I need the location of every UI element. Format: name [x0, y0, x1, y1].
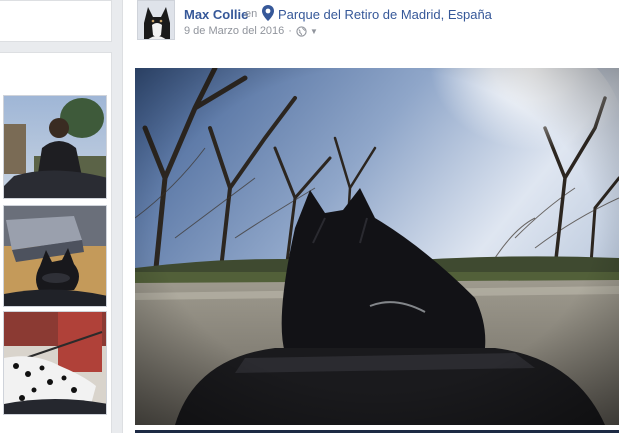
meta-separator: · [288, 25, 292, 37]
photo-thumbnail-3[interactable] [3, 311, 107, 415]
post-meta: 9 de Marzo del 2016 · ▼ [184, 24, 318, 38]
globe-icon [296, 25, 307, 37]
author-name-link[interactable]: Max Collie [184, 7, 248, 22]
author-avatar[interactable] [137, 0, 175, 40]
photo-thumbnail-2[interactable] [3, 205, 107, 307]
post-date-link[interactable]: 9 de Marzo del 2016 [184, 25, 284, 37]
in-label: en [245, 8, 258, 20]
photo-person-with-dog-thumbnail [4, 96, 106, 198]
location-pin-icon [262, 5, 274, 21]
photo-dog-on-chair-thumbnail [4, 206, 106, 306]
photo-dalmatian-thumbnail [4, 312, 106, 414]
location-link[interactable]: Parque del Retiro de Madrid, España [278, 7, 492, 22]
photo-thumbnail-1[interactable] [3, 95, 107, 199]
sidebar-top-card [0, 0, 112, 42]
audience-selector-caret[interactable]: ▼ [310, 27, 318, 36]
sidebar-photos-card [0, 52, 112, 433]
post-photo[interactable] [135, 68, 619, 425]
collie-avatar-icon [138, 1, 174, 39]
dog-park-photo [135, 68, 619, 425]
post-card: Max Collie en Parque del Retiro de Madri… [122, 0, 634, 433]
